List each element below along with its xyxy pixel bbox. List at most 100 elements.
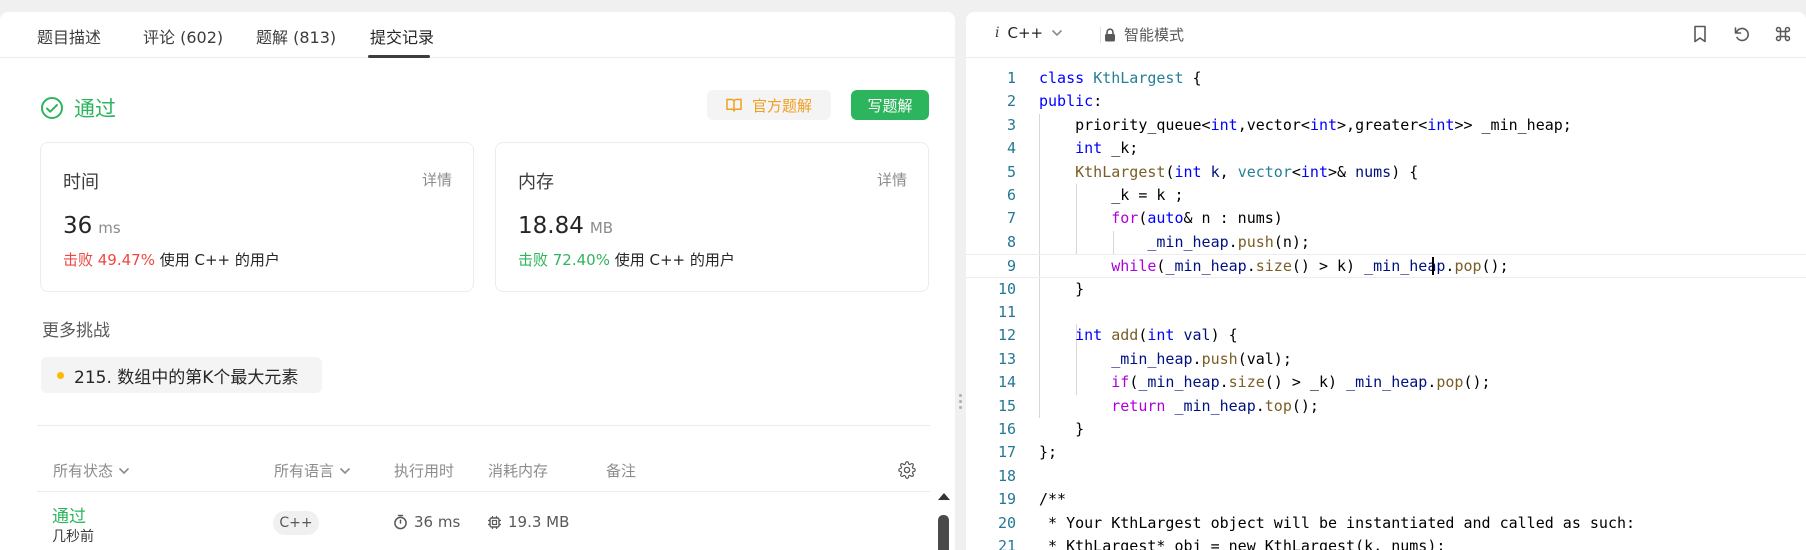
code-line: 17};: [966, 441, 1806, 464]
line-number: 5: [1006, 162, 1016, 181]
tab-description[interactable]: 题目描述: [37, 24, 101, 48]
row-memory: 19.3 MB: [487, 513, 569, 531]
runtime-beat-suffix: 使用 C++ 的用户: [154, 251, 280, 269]
line-number: 13: [997, 349, 1016, 368]
line-number: 21: [997, 537, 1016, 550]
info-icon: i: [995, 25, 1000, 41]
panel-resize-handle[interactable]: [957, 0, 965, 550]
chip-icon: [488, 515, 501, 529]
runtime-card: 时间 详情 36 ms 击败 49.47% 使用 C++ 的用户: [40, 142, 474, 292]
row-runtime: 36 ms: [393, 513, 460, 531]
code-line: 15 return _min_heap.top();: [966, 395, 1806, 418]
language-label: C++: [1007, 24, 1044, 42]
tab-solutions[interactable]: 题解 (813): [256, 24, 336, 48]
code-line: 2 public:: [966, 90, 1806, 113]
tab-submissions[interactable]: 提交记录: [370, 24, 434, 48]
stopwatch-icon: [394, 514, 407, 530]
runtime-header: 执行用时: [394, 462, 455, 480]
status-label: 通过: [74, 97, 116, 121]
notes-header: 备注: [606, 462, 637, 480]
reset-icon[interactable]: [1733, 25, 1751, 43]
runtime-detail-link[interactable]: 详情: [422, 169, 452, 190]
official-solution-label: 官方题解: [751, 96, 812, 115]
check-circle-icon: [41, 97, 63, 119]
lock-icon: [1105, 27, 1115, 41]
line-number: 6: [1006, 186, 1016, 204]
result-status: 通过: [40, 93, 116, 123]
row-status[interactable]: 通过: [52, 502, 86, 527]
memory-beat: 击败 72.40% 使用 C++ 的用户: [518, 249, 735, 270]
code-line: 10 }: [966, 278, 1806, 301]
row-runtime-value: 36 ms: [414, 513, 461, 531]
memory-card: 内存 详情 18.84 MB 击败 72.40% 使用 C++ 的用户: [495, 142, 929, 292]
line-number: 15: [997, 396, 1016, 415]
code-line: 7 for(auto& n : nums): [966, 207, 1806, 230]
runtime-number: 36: [63, 213, 93, 239]
toolbar-separator: [1100, 27, 1101, 43]
memory-number: 18.84: [518, 213, 584, 239]
memory-header: 消耗内存: [488, 462, 549, 480]
code-line: 19/**: [966, 488, 1806, 511]
line-number: 9: [1006, 257, 1016, 276]
code-line: 3 priority_queue<int,vector<int>,greater…: [966, 114, 1806, 137]
code-line: 16 }: [966, 418, 1806, 441]
tab-bar: 题目描述 评论 (602) 题解 (813) 提交记录: [0, 12, 955, 58]
code-line: 11: [966, 301, 1806, 324]
memory-detail-link[interactable]: 详情: [877, 169, 907, 190]
grip-dot: [959, 394, 962, 397]
section-divider: [37, 425, 930, 426]
memory-unit: MB: [589, 219, 614, 237]
scrollbar-thumb[interactable]: [938, 515, 949, 550]
runtime-unit: ms: [98, 219, 121, 237]
language-filter[interactable]: 所有语言: [274, 460, 351, 481]
smart-mode-label: 智能模式: [1124, 26, 1185, 44]
smart-mode-toggle[interactable]: 智能模式: [1104, 24, 1184, 45]
code-line: 1 class KthLargest {: [966, 67, 1806, 90]
chevron-down-icon: [118, 467, 130, 474]
difficulty-dot-icon: [57, 371, 64, 379]
command-icon[interactable]: [1774, 25, 1792, 43]
line-number: 12: [997, 326, 1016, 345]
chevron-down-icon: [339, 467, 351, 474]
memory-beat-suffix: 使用 C++ 的用户: [609, 251, 735, 269]
row-memory-value: 19.3 MB: [508, 513, 570, 531]
runtime-value: 36 ms: [63, 213, 121, 239]
code-line: 18: [966, 465, 1806, 488]
line-number: 10: [997, 279, 1016, 298]
line-number: 11: [997, 303, 1016, 321]
line-number: 7: [1006, 209, 1016, 228]
status-filter[interactable]: 所有状态: [53, 460, 130, 481]
challenge-label: 215. 数组中的第K个最大元素: [74, 367, 299, 388]
row-time-ago: 几秒前: [52, 529, 94, 545]
code-line: 21 * KthLargest* obj = new KthLargest(k,…: [966, 535, 1806, 550]
official-solution-button[interactable]: 官方题解: [707, 90, 831, 120]
code-line: 4 int _k;: [966, 137, 1806, 160]
text-caret: [1432, 257, 1434, 275]
gear-icon[interactable]: [898, 461, 916, 479]
code-line: 20 * Your KthLargest object will be inst…: [966, 512, 1806, 535]
code-line: 5 KthLargest(int k, vector<int>& nums) {: [966, 161, 1806, 184]
runtime-beat: 击败 49.47% 使用 C++ 的用户: [63, 249, 280, 270]
row-language-badge: C++: [273, 511, 319, 535]
chevron-down-icon: [1052, 29, 1063, 37]
line-number: 2: [1006, 92, 1016, 111]
line-number: 4: [1006, 139, 1016, 158]
bookmark-icon[interactable]: [1693, 25, 1707, 43]
language-selector[interactable]: i C++: [995, 24, 1063, 42]
line-number: 20: [997, 513, 1016, 532]
editor-toolbar: i C++ 智能模式: [966, 12, 1806, 58]
tab-comments[interactable]: 评论 (602): [143, 24, 223, 48]
challenge-chip[interactable]: 215. 数组中的第K个最大元素: [41, 357, 322, 393]
line-number: 14: [997, 373, 1016, 392]
code-editor-panel: i C++ 智能模式 1 class KthLargest { 2 public: …: [966, 12, 1806, 550]
memory-beat-percent: 击败 72.40%: [518, 251, 610, 269]
scroll-up-arrow[interactable]: [938, 493, 950, 500]
runtime-beat-percent: 击败 49.47%: [63, 251, 155, 269]
line-number: 3: [1006, 115, 1016, 134]
line-number: 8: [1006, 232, 1016, 251]
code-line: 6 _k = k ;: [966, 184, 1806, 207]
write-solution-button[interactable]: 写题解: [851, 90, 929, 120]
line-number: 1: [1006, 69, 1016, 87]
code-line: 12 int add(int val) {: [966, 324, 1806, 347]
code-line: 8 _min_heap.push(n);: [966, 231, 1806, 254]
